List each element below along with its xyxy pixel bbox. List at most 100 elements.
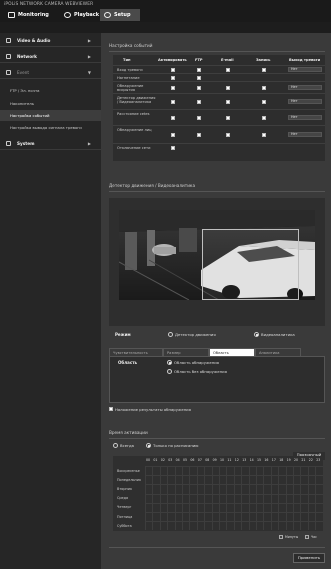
schedule-cell[interactable] — [256, 484, 264, 494]
schedule-cell[interactable] — [159, 475, 168, 485]
schedule-cell[interactable] — [300, 502, 308, 512]
hour-checkbox[interactable] — [305, 535, 309, 539]
schedule-cell[interactable] — [278, 493, 286, 503]
schedule-cell[interactable] — [278, 484, 286, 494]
schedule-cell[interactable] — [270, 493, 279, 503]
area-radio-detection[interactable] — [167, 360, 172, 365]
schedule-cell[interactable] — [159, 466, 168, 476]
schedule-cell[interactable] — [256, 512, 264, 522]
schedule-cell[interactable] — [285, 466, 293, 476]
alarm-output-select[interactable]: Нет — [288, 132, 322, 137]
apply-button[interactable]: Применить — [293, 553, 325, 563]
tab-monitoring[interactable]: Monitoring — [4, 9, 60, 21]
schedule-cell[interactable] — [145, 521, 153, 531]
schedule-cell[interactable] — [196, 512, 205, 522]
schedule-cell[interactable] — [159, 512, 168, 522]
schedule-cell[interactable] — [159, 502, 168, 512]
schedule-cell[interactable] — [270, 475, 279, 485]
schedule-cell[interactable] — [182, 484, 190, 494]
event-checkbox[interactable] — [262, 68, 266, 72]
schedule-cell[interactable] — [315, 484, 323, 494]
schedule-cell[interactable] — [315, 521, 323, 531]
sidebar-subitem-ftp-email[interactable]: FTP / Эл. почта — [0, 85, 101, 96]
schedule-cell[interactable] — [167, 493, 175, 503]
event-checkbox[interactable] — [171, 116, 175, 120]
schedule-cell[interactable] — [189, 521, 197, 531]
schedule-cell[interactable] — [278, 512, 286, 522]
tab-area[interactable]: Область — [209, 348, 255, 356]
event-checkbox[interactable] — [226, 100, 230, 104]
event-checkbox[interactable] — [226, 86, 230, 90]
schedule-cell[interactable] — [219, 512, 227, 522]
schedule-cell[interactable] — [285, 484, 293, 494]
schedule-cell[interactable] — [182, 493, 190, 503]
mode-radio-analytics[interactable] — [254, 332, 259, 337]
schedule-cell[interactable] — [167, 484, 175, 494]
schedule-cell[interactable] — [293, 502, 301, 512]
schedule-cell[interactable] — [152, 512, 160, 522]
schedule-cell[interactable] — [256, 466, 264, 476]
event-checkbox[interactable] — [197, 133, 201, 137]
schedule-cell[interactable] — [233, 493, 242, 503]
event-checkbox[interactable] — [171, 146, 175, 150]
schedule-cell[interactable] — [174, 512, 182, 522]
schedule-cell[interactable] — [189, 475, 197, 485]
schedule-cell[interactable] — [233, 502, 242, 512]
schedule-cell[interactable] — [270, 466, 279, 476]
schedule-cell[interactable] — [211, 493, 219, 503]
schedule-cell[interactable] — [285, 493, 293, 503]
schedule-cell[interactable] — [145, 502, 153, 512]
schedule-cell[interactable] — [315, 475, 323, 485]
schedule-cell[interactable] — [182, 502, 190, 512]
schedule-cell[interactable] — [182, 475, 190, 485]
schedule-cell[interactable] — [270, 502, 279, 512]
sidebar-item-system[interactable]: System ▶ — [0, 138, 101, 150]
schedule-cell[interactable] — [248, 512, 256, 522]
schedule-cell[interactable] — [307, 493, 316, 503]
schedule-cell[interactable] — [300, 521, 308, 531]
schedule-cell[interactable] — [174, 502, 182, 512]
schedule-cell[interactable] — [152, 521, 160, 531]
schedule-cell[interactable] — [256, 502, 264, 512]
schedule-cell[interactable] — [293, 512, 301, 522]
tab-analytics[interactable]: Аналитика — [255, 348, 301, 356]
event-checkbox[interactable] — [226, 68, 230, 72]
schedule-cell[interactable] — [211, 512, 219, 522]
schedule-cell[interactable] — [174, 475, 182, 485]
schedule-cell[interactable] — [145, 484, 153, 494]
schedule-cell[interactable] — [196, 466, 205, 476]
schedule-cell[interactable] — [204, 521, 212, 531]
event-checkbox[interactable] — [197, 116, 201, 120]
schedule-cell[interactable] — [233, 475, 242, 485]
activation-radio-always[interactable] — [113, 443, 118, 448]
schedule-cell[interactable] — [241, 484, 249, 494]
detection-area-overlay[interactable] — [202, 229, 299, 300]
schedule-cell[interactable] — [241, 502, 249, 512]
schedule-cell[interactable] — [174, 521, 182, 531]
schedule-cell[interactable] — [174, 466, 182, 476]
schedule-cell[interactable] — [167, 502, 175, 512]
schedule-cell[interactable] — [315, 512, 323, 522]
schedule-cell[interactable] — [263, 493, 271, 503]
schedule-cell[interactable] — [300, 512, 308, 522]
schedule-cell[interactable] — [211, 502, 219, 512]
schedule-cell[interactable] — [315, 493, 323, 503]
schedule-cell[interactable] — [211, 475, 219, 485]
schedule-cell[interactable] — [167, 512, 175, 522]
schedule-cell[interactable] — [300, 493, 308, 503]
schedule-cell[interactable] — [196, 493, 205, 503]
schedule-cell[interactable] — [248, 521, 256, 531]
event-checkbox[interactable] — [226, 116, 230, 120]
schedule-cell[interactable] — [226, 512, 234, 522]
schedule-cell[interactable] — [182, 521, 190, 531]
schedule-cell[interactable] — [152, 466, 160, 476]
schedule-cell[interactable] — [315, 502, 323, 512]
event-checkbox[interactable] — [197, 86, 201, 90]
schedule-cell[interactable] — [263, 466, 271, 476]
event-checkbox[interactable] — [171, 76, 175, 80]
schedule-cell[interactable] — [219, 502, 227, 512]
tab-playback[interactable]: Playback — [60, 9, 100, 21]
schedule-cell[interactable] — [182, 466, 190, 476]
tab-sensitivity[interactable]: Чувствительность — [109, 348, 163, 356]
schedule-cell[interactable] — [219, 466, 227, 476]
